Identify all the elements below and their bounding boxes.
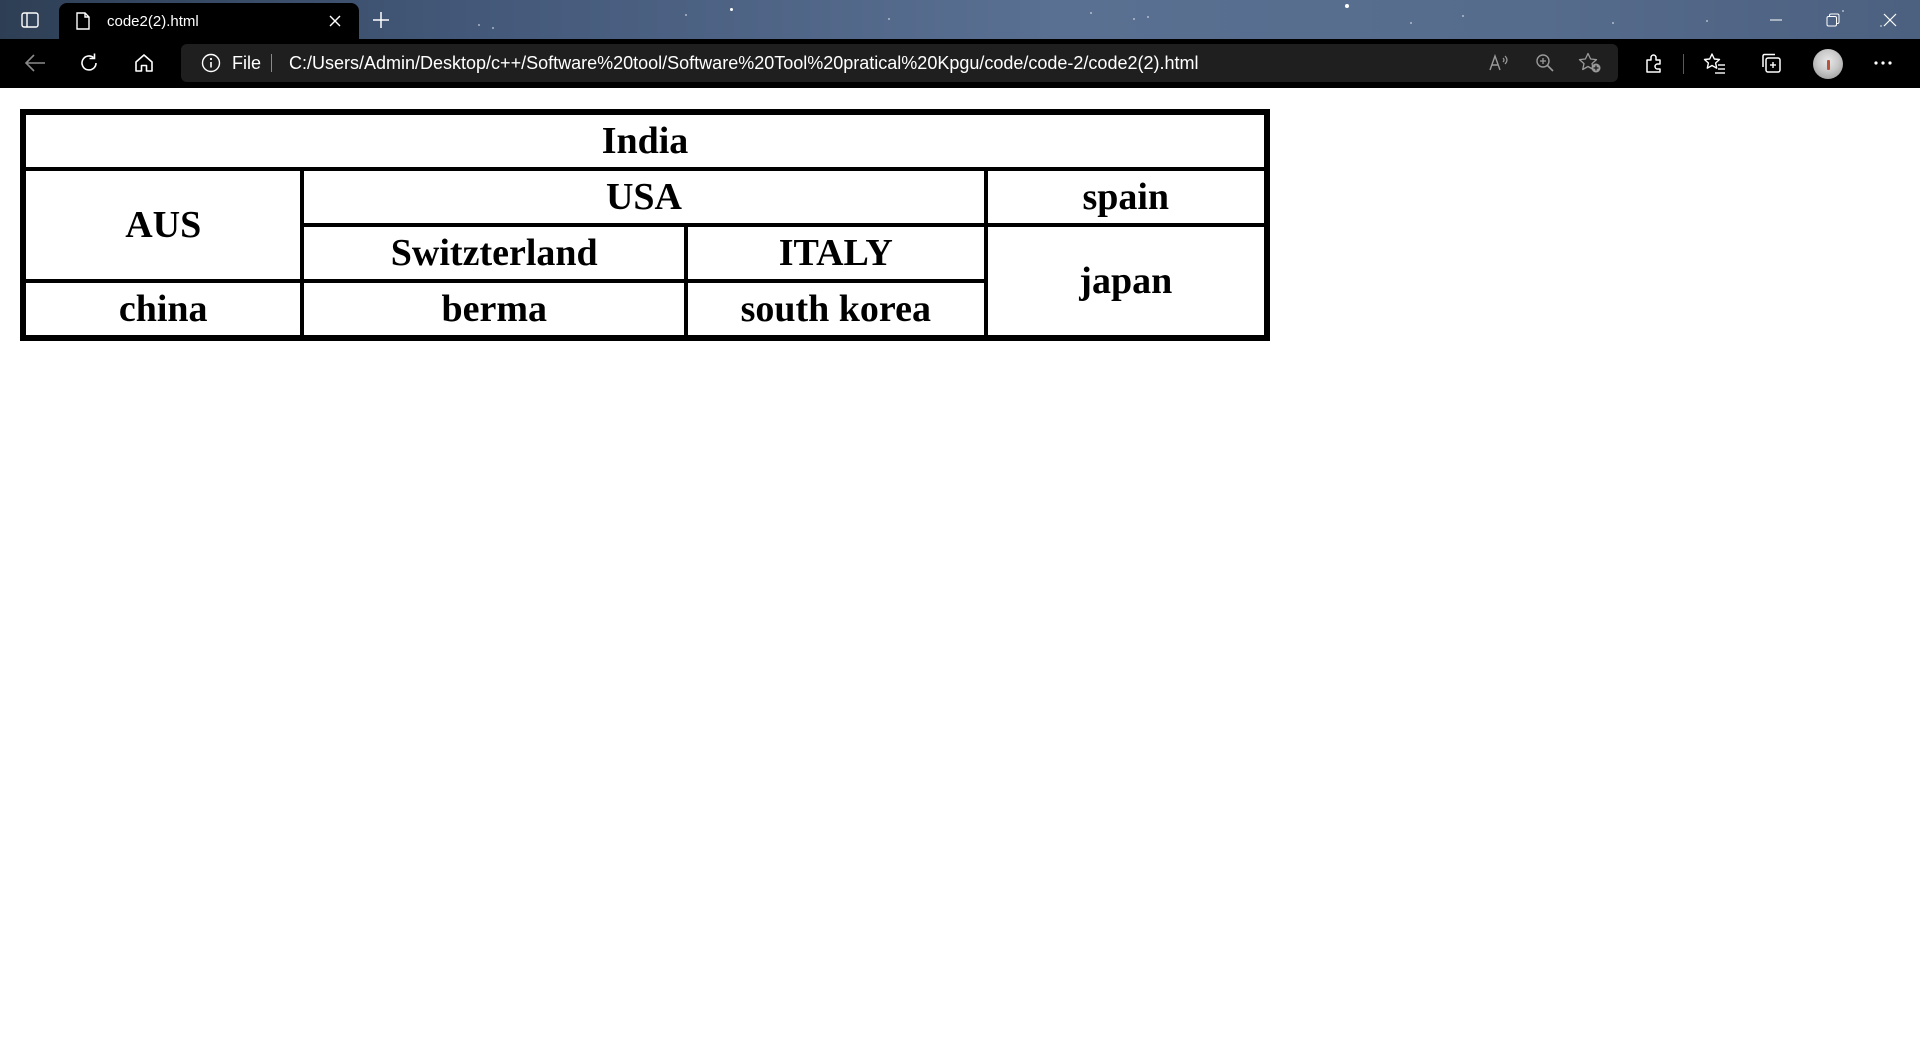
- collections-button[interactable]: [1752, 45, 1790, 81]
- table-cell-spain: spain: [985, 169, 1266, 225]
- plus-icon: [373, 12, 389, 28]
- refresh-icon: [81, 53, 97, 71]
- zoom-icon: [1536, 54, 1554, 72]
- table-cell-japan: japan: [985, 225, 1266, 337]
- tab-actions-button[interactable]: [14, 7, 46, 33]
- read-aloud-button[interactable]: [1486, 51, 1512, 75]
- profile-avatar[interactable]: [1813, 49, 1843, 79]
- info-icon: [201, 53, 221, 73]
- refresh-button[interactable]: [70, 45, 108, 81]
- restore-icon: [1826, 13, 1840, 26]
- restore-button[interactable]: [1805, 0, 1861, 39]
- address-bar[interactable]: File C:/Users/Admin/Desktop/c++/Software…: [181, 44, 1618, 82]
- back-arrow-icon: [24, 54, 45, 72]
- tab-close-button[interactable]: [323, 9, 347, 33]
- table-cell-india: India: [24, 113, 1266, 169]
- scheme-label: File: [232, 53, 262, 73]
- table-cell-aus: AUS: [24, 169, 303, 281]
- more-icon: [1874, 61, 1892, 65]
- browser-toolbar: File C:/Users/Admin/Desktop/c++/Software…: [0, 39, 1920, 88]
- read-aloud-icon: [1489, 54, 1508, 71]
- add-favorite-button[interactable]: [1577, 51, 1603, 75]
- home-icon: [135, 54, 153, 72]
- tab-actions-icon: [21, 12, 39, 28]
- page-content: India AUS USA spain Switzterland ITALY j…: [0, 88, 1920, 1042]
- table-row: AUS USA spain: [24, 169, 1266, 281]
- table-row: India: [24, 113, 1266, 169]
- table-cell-italy: ITALY: [686, 225, 986, 281]
- collections-icon: [1762, 53, 1781, 73]
- close-icon: [329, 15, 341, 27]
- tab-title: code2(2).html: [107, 12, 199, 30]
- zoom-button[interactable]: [1532, 51, 1558, 75]
- url-text[interactable]: C:/Users/Admin/Desktop/c++/Software%20to…: [289, 44, 1198, 82]
- close-window-icon: [1883, 13, 1897, 26]
- tab-active[interactable]: code2(2).html: [59, 3, 359, 39]
- countries-table: India AUS USA spain Switzterland ITALY j…: [20, 109, 1270, 341]
- table-cell-switzterland: Switzterland: [302, 225, 687, 281]
- table-cell-south-korea: south korea: [686, 281, 986, 337]
- add-favorite-icon: [1578, 52, 1601, 73]
- table-cell-berma: berma: [302, 281, 687, 337]
- address-divider: [271, 54, 272, 72]
- new-tab-button[interactable]: [366, 6, 396, 34]
- site-info-button[interactable]: [201, 53, 221, 73]
- title-bar: code2(2).html: [0, 0, 1920, 39]
- table-cell-usa: USA: [302, 169, 986, 225]
- close-window-button[interactable]: [1862, 0, 1918, 39]
- page-icon: [73, 11, 93, 31]
- toolbar-divider: [1683, 54, 1684, 74]
- home-button[interactable]: [125, 45, 163, 81]
- minimize-button[interactable]: [1748, 0, 1804, 39]
- favorites-button[interactable]: [1696, 45, 1734, 81]
- table-cell-china: china: [24, 281, 303, 337]
- favorites-icon: [1703, 53, 1725, 74]
- extensions-button[interactable]: [1635, 45, 1673, 81]
- minimize-icon: [1770, 19, 1782, 20]
- extensions-icon: [1646, 54, 1661, 73]
- more-button[interactable]: [1864, 45, 1902, 81]
- back-button[interactable]: [16, 45, 54, 81]
